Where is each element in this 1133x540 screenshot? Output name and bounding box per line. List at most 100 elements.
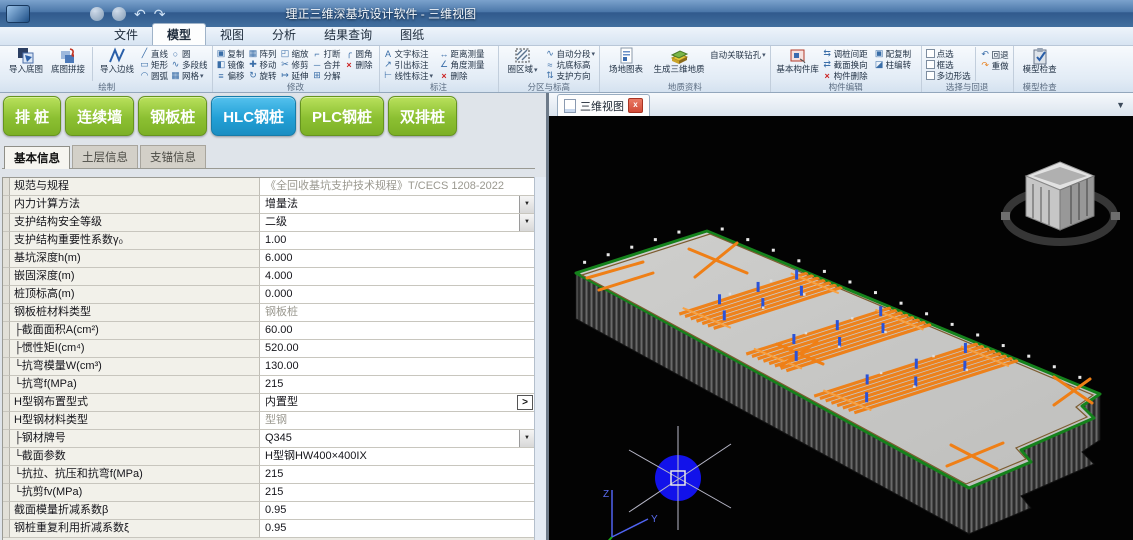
tab-3d-view[interactable]: 三维视图 x <box>557 94 650 116</box>
component-delete-button[interactable]: ×构件删除 <box>822 70 874 81</box>
tab-hlc-steel-pile[interactable]: HLC钢桩 <box>211 96 296 136</box>
3d-canvas[interactable]: Z Y <box>549 116 1133 540</box>
dropdown-arrow-icon[interactable]: ▼ <box>519 430 534 447</box>
box-select-checkbox[interactable]: 框选 <box>926 59 971 70</box>
fillet-button[interactable]: ╭圆角 <box>344 48 376 59</box>
menu-drawings[interactable]: 图纸 <box>386 24 438 45</box>
table-row: └抗弯模量W(cm³)130.00 <box>3 358 535 376</box>
view-tab-bar: 三维视图 x ▼ <box>549 93 1133 117</box>
grid-button[interactable]: ▦网格▾ <box>170 70 208 81</box>
line-icon: ╱ <box>139 48 150 59</box>
ucs-axis-triad: Z Y <box>589 489 658 540</box>
tab-plc-steel-pile[interactable]: PLC钢桩 <box>300 96 384 136</box>
menu-view[interactable]: 视图 <box>206 24 258 45</box>
join-button[interactable]: ─合并 <box>312 59 344 70</box>
scrollbar[interactable] <box>534 177 546 540</box>
table-row: 钢板桩材料类型钢板桩 <box>3 304 535 322</box>
quick-settings-icon[interactable] <box>112 7 126 21</box>
tab-row-pile[interactable]: 排 桩 <box>3 96 61 136</box>
support-direction-button[interactable]: ⇅支护方向 <box>545 70 596 81</box>
move-icon: ✚ <box>248 59 259 70</box>
rect-button[interactable]: ▭矩形 <box>139 59 168 70</box>
close-icon[interactable]: x <box>628 98 643 113</box>
distance-measure-icon: ↔ <box>439 49 450 59</box>
copy-button[interactable]: ▣复制 <box>216 48 248 59</box>
leader-annotation-button[interactable]: ↗引出标注 <box>383 59 439 70</box>
checkbox-icon <box>926 60 935 69</box>
import-basemap-icon <box>17 47 35 65</box>
basemap-stitch-icon <box>59 47 77 65</box>
ribbon-group-check: 模型检查 模型检查 <box>1014 46 1066 92</box>
ribbon-group-label: 标注 <box>383 82 495 92</box>
component-library-icon <box>789 47 807 65</box>
generate-3d-geology-button[interactable]: 生成三维地质 <box>649 47 709 74</box>
menu-file[interactable]: 文件 <box>100 24 152 45</box>
tab-anchor-info[interactable]: 支锚信息 <box>140 145 206 168</box>
tab-double-row-pile[interactable]: 双排桩 <box>388 96 457 136</box>
pile-spacing-button[interactable]: ⇆调桩间距 <box>822 48 874 59</box>
import-basemap-button[interactable]: 导入底图 <box>5 47 47 74</box>
column-rotate-icon: ◪ <box>874 59 885 70</box>
explode-button[interactable]: ⊞分解 <box>312 70 344 81</box>
tab-basic-info[interactable]: 基本信息 <box>4 146 70 169</box>
trim-icon: ✂ <box>280 59 291 70</box>
basemap-stitch-button[interactable]: 底图拼接 <box>47 47 89 74</box>
dropdown-arrow-icon[interactable]: ▼ <box>519 196 534 213</box>
move-button[interactable]: ✚移动 <box>248 59 280 70</box>
menu-results[interactable]: 结果查询 <box>310 24 386 45</box>
delete-icon: × <box>344 60 355 70</box>
site-chart-button[interactable]: 场地图表 <box>603 47 649 74</box>
auto-segment-button[interactable]: ∿自动分段▾ <box>545 48 596 59</box>
redo-button[interactable]: ↷重做 <box>980 60 1009 71</box>
expand-button[interactable]: > <box>517 395 533 410</box>
angle-measure-button[interactable]: ∠角度测量 <box>439 59 495 70</box>
trim-button[interactable]: ✂修剪 <box>280 59 312 70</box>
distance-measure-button[interactable]: ↔距离测量 <box>439 48 495 59</box>
undo-button[interactable]: ↶回退 <box>980 49 1009 60</box>
tab-diaphragm-wall[interactable]: 连续墙 <box>65 96 134 136</box>
extend-button[interactable]: ↦延伸 <box>280 70 312 81</box>
circle-button[interactable]: ○圆 <box>170 48 208 59</box>
text-annotation-button[interactable]: A文字标注 <box>383 48 439 59</box>
angle-measure-icon: ∠ <box>439 59 450 70</box>
view-cube[interactable] <box>1001 162 1120 242</box>
import-edge-button[interactable]: 导入边线 <box>96 47 138 74</box>
linear-annotation-button[interactable]: ⊢线性标注▾ <box>383 70 439 81</box>
region-button[interactable]: 圈区域▾ <box>502 47 544 75</box>
annotation-delete-button[interactable]: ×删除 <box>439 70 495 81</box>
redo-icon[interactable]: ↷ <box>154 7 166 21</box>
pit-elevation-button[interactable]: ≈坑底标高 <box>545 59 596 70</box>
break-button[interactable]: ⌐打断 <box>312 48 344 59</box>
section-flip-button[interactable]: ⇄截面换向 <box>822 59 874 70</box>
rotate-icon: ↻ <box>248 70 259 81</box>
array-button[interactable]: ▦阵列 <box>248 48 280 59</box>
tab-sheet-pile[interactable]: 钢板桩 <box>138 96 207 136</box>
delete-button[interactable]: ×删除 <box>344 59 376 70</box>
arc-button[interactable]: ◠圆弧 <box>139 70 168 81</box>
copy-properties-button[interactable]: ▣配复制 <box>874 48 918 59</box>
line-button[interactable]: ╱直线 <box>139 48 168 59</box>
component-library-button[interactable]: 基本构件库 <box>774 47 822 74</box>
chevron-down-icon: ▾ <box>200 72 204 80</box>
tab-overflow-icon[interactable]: ▼ <box>1116 100 1125 110</box>
region-icon <box>514 47 532 65</box>
offset-button[interactable]: ≡偏移 <box>216 70 248 81</box>
mirror-button[interactable]: ◧镜像 <box>216 59 248 70</box>
auto-link-borehole-button[interactable]: 自动关联钻孔▾ <box>710 49 766 60</box>
scale-button[interactable]: ◰缩放 <box>280 48 312 59</box>
tab-soil-info[interactable]: 土层信息 <box>72 145 138 168</box>
undo-icon[interactable]: ↶ <box>134 7 146 21</box>
polygon-select-checkbox[interactable]: 多边形选 <box>926 70 971 81</box>
point-select-checkbox[interactable]: 点选 <box>926 48 971 59</box>
dropdown-arrow-icon[interactable]: ▼ <box>519 214 534 231</box>
ribbon-group-label: 分区与标高 <box>502 82 597 92</box>
menu-analysis[interactable]: 分析 <box>258 24 310 45</box>
3d-viewport[interactable]: Z Y <box>549 116 1133 540</box>
quick-save-icon[interactable] <box>90 7 104 21</box>
selected-node-gizmo[interactable] <box>629 426 731 530</box>
polyline-button[interactable]: ∿多段线 <box>170 59 208 70</box>
column-rotate-button[interactable]: ◪柱编转 <box>874 59 918 70</box>
rotate-button[interactable]: ↻旋转 <box>248 70 280 81</box>
menu-model[interactable]: 模型 <box>152 23 206 45</box>
model-check-button[interactable]: 模型检查 <box>1017 47 1063 74</box>
